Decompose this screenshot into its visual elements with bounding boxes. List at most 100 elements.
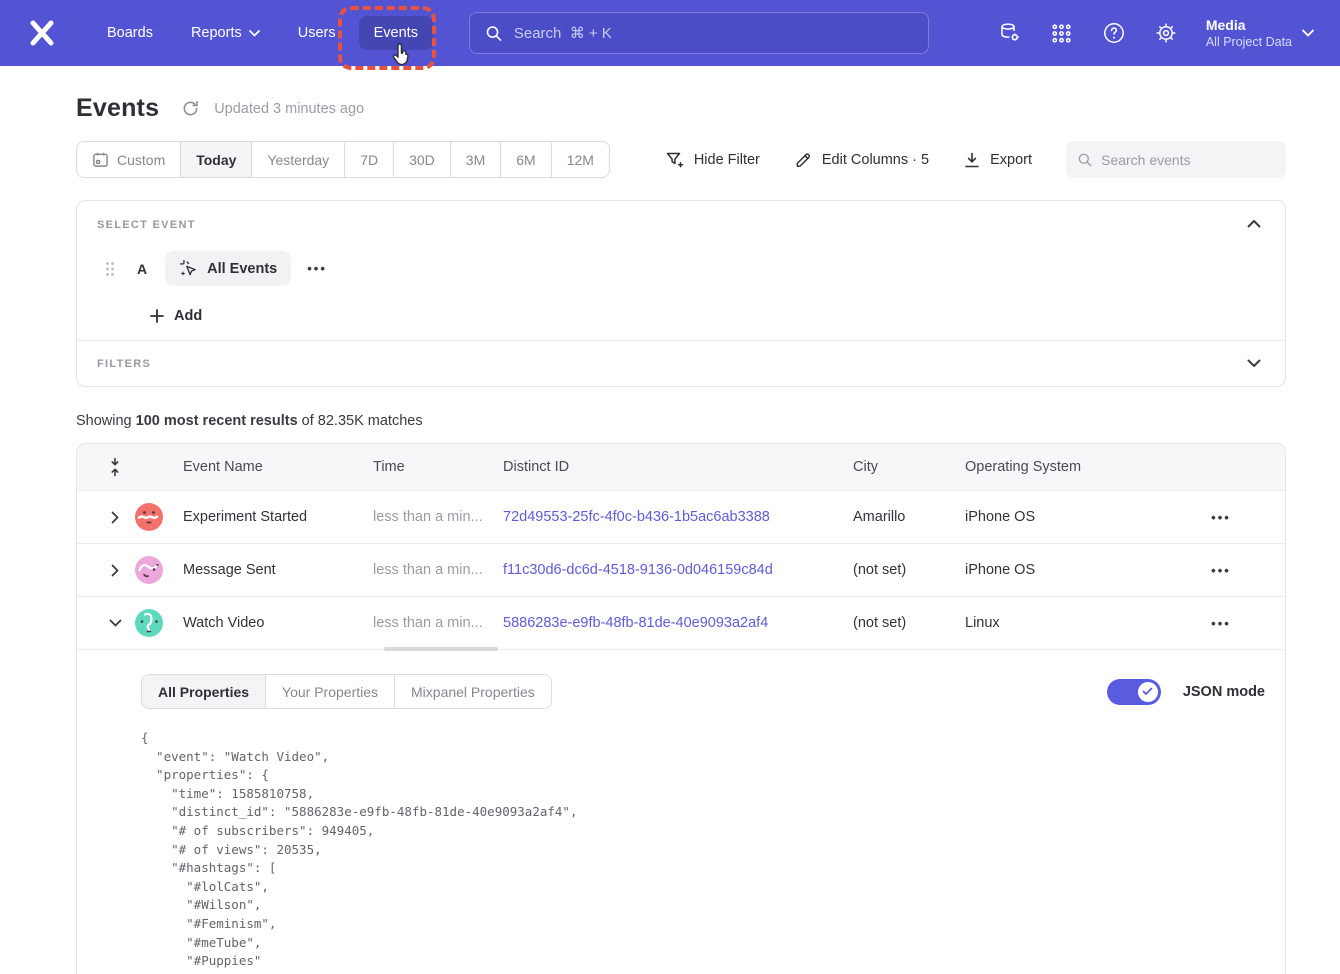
search-icon <box>486 25 502 42</box>
expand-filters-button[interactable] <box>1243 355 1265 372</box>
date-range-today[interactable]: Today <box>181 142 252 177</box>
export-button[interactable]: Export <box>963 151 1032 169</box>
event-avatar <box>135 556 163 584</box>
settings-icon[interactable] <box>1154 21 1178 45</box>
nav-item-users[interactable]: Users <box>283 16 351 50</box>
horizontal-scrollbar-thumb[interactable] <box>384 647 498 651</box>
nav-item-label: Boards <box>107 25 153 41</box>
table-row[interactable]: Message Sent less than a min... f11c30d6… <box>77 543 1285 596</box>
col-header-time[interactable]: Time <box>373 459 503 475</box>
cell-time: less than a min... <box>373 615 503 631</box>
cell-os: iPhone OS <box>965 562 1157 578</box>
col-header-event-name[interactable]: Event Name <box>183 459 373 475</box>
query-builder-card: SELECT EVENT A <box>76 200 1286 387</box>
event-chip-label: All Events <box>207 261 277 277</box>
page-title: Events <box>76 94 159 123</box>
expand-row-button[interactable] <box>95 564 135 577</box>
select-event-label: SELECT EVENT <box>97 219 1265 231</box>
date-range-label: 12M <box>567 152 594 168</box>
collapse-all-icon[interactable] <box>95 457 135 477</box>
date-range-30d[interactable]: 30D <box>394 142 451 177</box>
date-range-custom[interactable]: Custom <box>77 142 181 177</box>
json-line: "#Puppies" <box>141 952 1265 971</box>
results-summary-prefix: Showing <box>76 413 136 429</box>
tab-label: Your Properties <box>282 684 378 700</box>
row-more-button[interactable]: ••• <box>1211 510 1231 525</box>
col-header-distinct-id[interactable]: Distinct ID <box>503 459 853 475</box>
edit-columns-button[interactable]: Edit Columns · 5 <box>794 150 929 169</box>
add-label: Add <box>174 308 202 324</box>
chevron-right-icon <box>111 511 119 524</box>
table-row-expanded[interactable]: Watch Video less than a min... 5886283e-… <box>77 596 1285 649</box>
data-management-icon[interactable] <box>998 21 1022 45</box>
edit-columns-label: Edit Columns · 5 <box>822 152 929 168</box>
cell-os: iPhone OS <box>965 509 1157 525</box>
nav-item-label: Reports <box>191 25 242 41</box>
search-events-input[interactable] <box>1101 152 1274 168</box>
search-events-box[interactable] <box>1066 141 1286 178</box>
tab-your-properties[interactable]: Your Properties <box>266 675 395 708</box>
nav-item-events[interactable]: Events <box>359 16 433 50</box>
json-mode-toggle[interactable] <box>1107 679 1161 705</box>
search-icon <box>1078 152 1092 168</box>
tab-all-properties[interactable]: All Properties <box>142 675 266 708</box>
tab-label: Mixpanel Properties <box>411 684 535 700</box>
row-more-button[interactable]: ••• <box>1211 616 1231 631</box>
global-search-input[interactable] <box>514 25 912 42</box>
col-header-city[interactable]: City <box>853 459 965 475</box>
date-range-3m[interactable]: 3M <box>451 142 501 177</box>
table-header-row: Event Name Time Distinct ID City Operati… <box>77 444 1285 490</box>
cell-distinct-id-link[interactable]: 72d49553-25fc-4f0c-b436-1b5ac6ab3388 <box>503 509 853 525</box>
json-line: "#lolCats", <box>141 878 1265 897</box>
nav-item-reports[interactable]: Reports <box>176 16 275 50</box>
select-event-section: SELECT EVENT A <box>77 201 1285 340</box>
date-range-yesterday[interactable]: Yesterday <box>252 142 345 177</box>
cell-os: Linux <box>965 615 1157 631</box>
chevron-up-icon <box>1247 219 1261 228</box>
help-icon[interactable] <box>1102 21 1126 45</box>
tab-mixpanel-properties[interactable]: Mixpanel Properties <box>395 675 551 708</box>
cell-event-name: Watch Video <box>183 615 373 631</box>
filters-section[interactable]: FILTERS <box>77 340 1285 386</box>
plus-icon <box>150 309 164 323</box>
chevron-down-icon <box>109 619 122 627</box>
refresh-button[interactable] <box>181 99 200 118</box>
hide-filter-button[interactable]: Hide Filter <box>665 150 760 170</box>
global-search[interactable] <box>469 12 929 54</box>
event-row-more-button[interactable]: ••• <box>307 261 327 276</box>
date-range-7d[interactable]: 7D <box>345 142 394 177</box>
collapse-row-button[interactable] <box>95 619 135 627</box>
event-selector-chip[interactable]: All Events <box>165 251 291 286</box>
results-toolbar: Hide Filter Edit Columns · 5 Export <box>665 141 1286 178</box>
events-table: Event Name Time Distinct ID City Operati… <box>76 443 1286 974</box>
project-switcher[interactable]: Media All Project Data <box>1206 16 1314 50</box>
calendar-icon <box>92 151 109 168</box>
download-icon <box>963 151 981 169</box>
date-range-picker: Custom Today Yesterday 7D 30D 3M 6M 12M <box>76 141 610 178</box>
row-more-button[interactable]: ••• <box>1211 563 1231 578</box>
top-navbar: Boards Reports Users Events <box>0 0 1340 66</box>
date-range-label: Today <box>196 152 236 168</box>
drag-handle-icon[interactable] <box>105 261 115 277</box>
results-summary-suffix: of 82.35K matches <box>298 413 423 429</box>
mixpanel-logo-icon[interactable] <box>26 17 58 49</box>
col-header-os[interactable]: Operating System <box>965 459 1157 475</box>
cell-city: (not set) <box>853 562 965 578</box>
json-mode-label: JSON mode <box>1183 684 1265 700</box>
json-line: { <box>141 729 1265 748</box>
export-label: Export <box>990 152 1032 168</box>
json-line: "# of subscribers": 949405, <box>141 822 1265 841</box>
date-range-6m[interactable]: 6M <box>501 142 551 177</box>
table-row[interactable]: Experiment Started less than a min... 72… <box>77 490 1285 543</box>
date-range-label: Custom <box>117 152 165 168</box>
date-range-12m[interactable]: 12M <box>552 142 609 177</box>
check-icon <box>1142 687 1153 696</box>
apps-grid-icon[interactable] <box>1050 21 1074 45</box>
collapse-section-button[interactable] <box>1243 215 1265 232</box>
nav-item-boards[interactable]: Boards <box>92 16 168 50</box>
pencil-icon <box>794 150 813 169</box>
cell-distinct-id-link[interactable]: f11c30d6-dc6d-4518-9136-0d046159c84d <box>503 562 853 578</box>
expand-row-button[interactable] <box>95 511 135 524</box>
add-event-button[interactable]: Add <box>150 308 202 324</box>
cell-distinct-id-link[interactable]: 5886283e-e9fb-48fb-81de-40e9093a2af4 <box>503 615 853 631</box>
